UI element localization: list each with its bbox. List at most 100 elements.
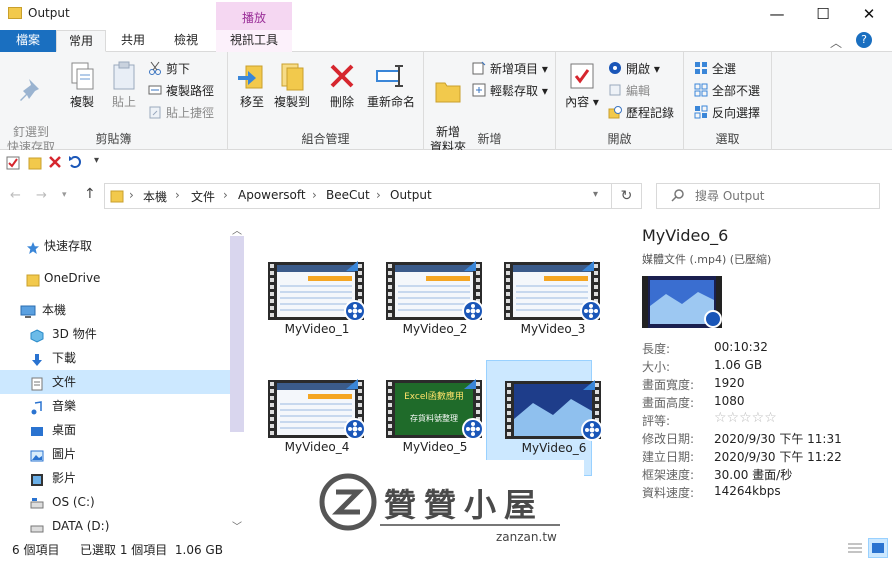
nav-item-videos[interactable]: 影片: [0, 466, 230, 490]
forward-arrow-icon[interactable]: →: [36, 188, 47, 203]
up-arrow-icon[interactable]: ↑: [84, 186, 96, 202]
music-icon: [30, 399, 45, 415]
new-folder-small-icon[interactable]: [28, 156, 42, 173]
scroll-down-chevron-icon[interactable]: ﹀: [232, 518, 242, 533]
delete-small-icon[interactable]: [48, 155, 62, 172]
nav-item-3d-objects[interactable]: 3D 物件: [0, 322, 230, 346]
new-item-label: 新增項目: [490, 62, 539, 76]
scroll-up-chevron-icon[interactable]: ︿: [232, 222, 242, 237]
invert-selection-button[interactable]: 反向選擇: [694, 104, 760, 122]
breadcrumb-beecut[interactable]: BeeCut: [326, 188, 370, 202]
drive-icon: [30, 519, 45, 533]
details-view-icon[interactable]: [846, 540, 864, 556]
title-bar: Output — ☐ ✕: [0, 0, 892, 30]
tab-view[interactable]: 檢視: [160, 30, 212, 52]
watermark-divider: [380, 524, 560, 526]
nav-scrollbar[interactable]: ︿ ﹀: [230, 222, 246, 536]
media-player-badge-icon: [344, 418, 366, 440]
select-all-button[interactable]: 全選: [694, 60, 736, 78]
select-group: 全選 全部不選 反向選擇 選取: [684, 52, 772, 150]
rename-icon: [375, 60, 407, 92]
nav-item-this-pc[interactable]: 本機: [0, 298, 230, 322]
detail-value: 14264kbps: [714, 484, 781, 498]
detail-key: 長度:: [642, 342, 671, 356]
file-name: MyVideo_5: [402, 440, 468, 454]
tab-home[interactable]: 常用: [56, 30, 106, 52]
help-icon[interactable]: ?: [856, 32, 872, 48]
paste-button[interactable]: 貼上: [104, 60, 144, 110]
copy-button[interactable]: 複製: [62, 60, 102, 110]
new-item-button[interactable]: 新增項目 ▾: [472, 60, 548, 78]
undo-icon[interactable]: [68, 155, 82, 172]
breadcrumb-documents[interactable]: 文件: [191, 188, 215, 205]
address-bar[interactable]: › 本機 › 文件 › Apowersoft › BeeCut › Output…: [104, 183, 612, 209]
close-button[interactable]: ✕: [846, 0, 892, 28]
refresh-button[interactable]: ↻: [612, 183, 642, 209]
media-player-badge-icon: [344, 300, 366, 322]
tab-file[interactable]: 檔案: [0, 30, 56, 52]
rename-button[interactable]: 重新命名: [362, 60, 420, 110]
video-thumbnail: [386, 261, 484, 322]
file-tile[interactable]: MyVideo_3: [502, 258, 608, 376]
folder-icon: [8, 7, 22, 19]
nav-item-music[interactable]: 音樂: [0, 394, 230, 418]
file-tile[interactable]: MyVideo_1: [266, 258, 372, 376]
easy-access-button[interactable]: 輕鬆存取 ▾: [472, 82, 548, 100]
delete-button[interactable]: 刪除: [324, 60, 360, 110]
recent-chevron-icon[interactable]: ▾: [62, 190, 67, 200]
move-to-button[interactable]: 移至: [232, 60, 272, 110]
breadcrumb-output[interactable]: Output: [390, 188, 432, 202]
scissors-icon: [148, 61, 162, 75]
nav-item-desktop[interactable]: 桌面: [0, 418, 230, 442]
select-none-label: 全部不選: [712, 84, 761, 98]
breadcrumb-apowersoft[interactable]: Apowersoft: [238, 188, 306, 202]
file-tile[interactable]: MyVideo_6: [486, 360, 603, 476]
cut-button[interactable]: 剪下: [148, 60, 190, 78]
breadcrumb-this-pc[interactable]: 本機: [143, 188, 167, 205]
chevron-up-icon[interactable]: ︿: [830, 34, 842, 51]
detail-value: 2020/9/30 下午 11:22: [714, 450, 842, 464]
details-pane: MyVideo_6 媒體文件 (.mp4) (已壓縮) 長度: 00:10:32 大…: [634, 222, 892, 536]
detail-key: 大小:: [642, 360, 671, 374]
corner-fold-icon: [583, 379, 595, 390]
nav-label: 本機: [42, 303, 67, 317]
nav-item-pictures[interactable]: 圖片: [0, 442, 230, 466]
nav-item-drive-c[interactable]: OS (C:): [0, 490, 230, 514]
copy-icon: [66, 60, 98, 92]
customize-toolbar-icon[interactable]: ▾: [94, 155, 99, 166]
media-player-badge-icon: [704, 310, 722, 328]
open-button[interactable]: 開啟 ▾: [608, 60, 660, 78]
scrollbar-thumb[interactable]: [230, 236, 244, 432]
properties-button[interactable]: 內容 ▾: [562, 60, 602, 110]
select-none-button[interactable]: 全部不選: [694, 82, 760, 100]
edit-button[interactable]: 編輯: [608, 82, 650, 100]
address-history-chevron-icon[interactable]: ▾: [593, 189, 598, 200]
large-icons-view-icon[interactable]: [868, 538, 888, 558]
nav-label: OneDrive: [44, 271, 101, 285]
tab-share[interactable]: 共用: [108, 30, 158, 52]
search-input[interactable]: [695, 187, 873, 205]
paste-shortcut-button[interactable]: 貼上捷徑: [148, 104, 214, 122]
nav-item-downloads[interactable]: 下載: [0, 346, 230, 370]
crumb-separator: ›: [175, 188, 180, 202]
back-arrow-icon[interactable]: ←: [10, 188, 21, 203]
delete-x-icon: [326, 60, 358, 92]
nav-item-drive-d[interactable]: DATA (D:): [0, 514, 230, 538]
properties-check-icon[interactable]: [6, 156, 20, 173]
file-tile[interactable]: MyVideo_2: [384, 258, 490, 376]
detail-key: 畫面高度:: [642, 396, 695, 410]
tab-video-tools[interactable]: 視訊工具: [216, 30, 292, 52]
history-button[interactable]: 歷程記錄: [608, 104, 674, 122]
maximize-button[interactable]: ☐: [800, 0, 846, 28]
clipboard-group-label: 剪貼簿: [95, 132, 132, 146]
minimize-button[interactable]: —: [754, 0, 800, 28]
rating-stars[interactable]: ☆☆☆☆☆: [714, 410, 777, 426]
copy-path-button[interactable]: 複製路徑: [148, 82, 214, 100]
search-box[interactable]: [656, 183, 880, 209]
nav-item-quick-access[interactable]: 快速存取: [0, 234, 230, 258]
nav-item-onedrive[interactable]: OneDrive: [0, 266, 230, 290]
nav-item-documents[interactable]: 文件: [0, 370, 230, 394]
detail-value: 2020/9/30 下午 11:31: [714, 432, 842, 446]
copy-to-button[interactable]: 複製到: [272, 60, 312, 110]
watermark-panel: 贊贊小屋 zanzan.tw: [282, 460, 584, 566]
